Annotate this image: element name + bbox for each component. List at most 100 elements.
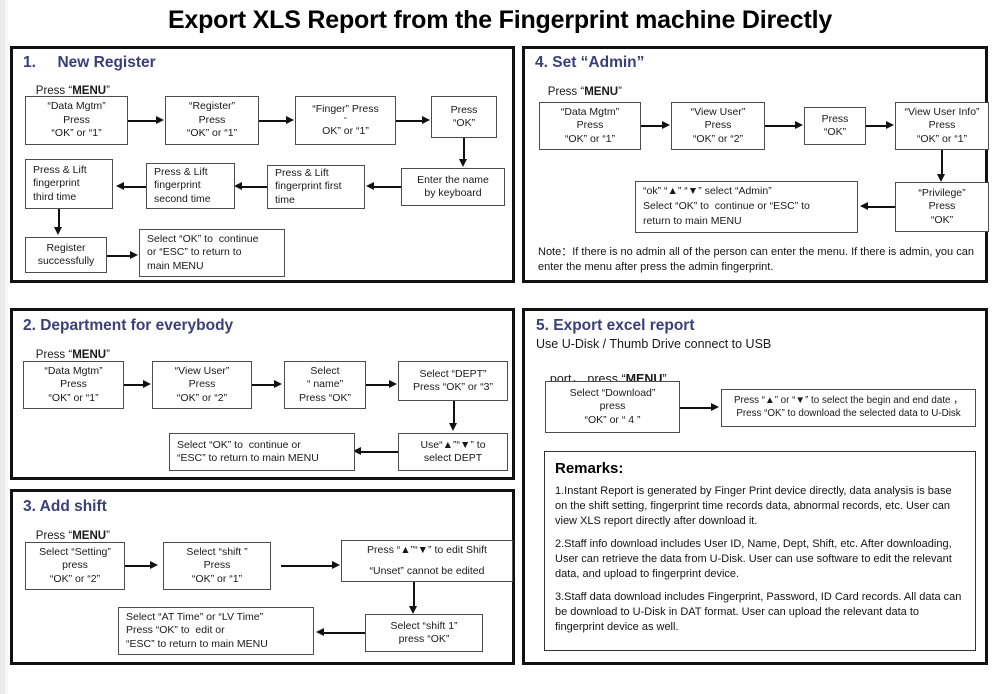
line: Select “OK” to continue or: [177, 438, 301, 451]
line: Select “DEPT”: [419, 367, 487, 380]
arrow-head-right-icon: [286, 116, 294, 124]
arrow-head-left-icon: [316, 628, 324, 636]
arrow-head-right-icon: [274, 380, 282, 388]
line: Select “shift 1”: [390, 619, 458, 632]
line: “OK” or “1”: [564, 132, 616, 145]
line: Press “OK” to edit or: [126, 624, 225, 637]
flow-box-fingerprint-second[interactable]: Press & Lift fingerprint second time: [146, 163, 235, 209]
line: Select “shift ”: [186, 545, 248, 558]
line: OK” or “1”: [322, 124, 369, 137]
flow-box-data-mgtm[interactable]: “Data Mgtm” Press “OK” or “1”: [23, 361, 124, 409]
flow-box-press-ok[interactable]: Press “OK”: [431, 96, 497, 138]
arrow-head-down-icon: [409, 606, 417, 614]
line: Press: [704, 119, 732, 132]
flow-box-fingerprint-first[interactable]: Press & Lift fingerprint first time: [267, 165, 365, 209]
flow-box-fingerprint-third[interactable]: Press & Lift fingerprint third time: [25, 159, 113, 209]
arrow-line: [765, 125, 796, 127]
line: “Data Mgtm”: [47, 100, 106, 113]
flow-box-view-user-info[interactable]: “View User Info” Press “OK” or “1”: [895, 102, 989, 150]
line: Press & Lift: [154, 165, 208, 178]
arrow-head-right-icon: [150, 561, 158, 569]
press-label: Press “: [35, 349, 73, 361]
line: Press “▲” or “▼” to select the begin and…: [733, 395, 964, 407]
line: fingerprint: [33, 177, 80, 190]
line: Press: [928, 200, 956, 213]
flow-box-data-mgtm[interactable]: “Data Mgtm” Press “OK” or “1”: [539, 102, 641, 150]
quote-close: ”: [106, 530, 110, 542]
line: “OK” or “2”: [692, 132, 744, 145]
arrow-line: [107, 255, 131, 257]
flow-box-select-shift[interactable]: Select “shift ” Press “OK” or “1”: [163, 542, 271, 590]
flow-box-edit-shift[interactable]: Press “▲”“▼” to edit Shift “Unset” canno…: [341, 540, 513, 582]
line: press: [62, 559, 88, 572]
flow-box-register-successfully[interactable]: Register successfully: [25, 237, 107, 273]
flow-box-continue-or-esc[interactable]: Select “OK” to continue or “ESC” to retu…: [169, 433, 355, 471]
flow-box-view-user[interactable]: “View User” Press “OK” or “2”: [671, 102, 765, 150]
page-title: Export XLS Report from the Fingerprint m…: [167, 6, 833, 34]
flow-box-select-name[interactable]: Select “ name” Press “OK”: [284, 361, 366, 409]
line: “ESC” to return to main MENU: [177, 452, 319, 464]
arrow-line: [641, 125, 663, 127]
line: “Finger” Press: [312, 103, 379, 116]
panel-department: 2. Department for everybody Press “MENU”…: [10, 308, 515, 480]
arrow-line: [680, 407, 712, 409]
line: Press “▲”“▼” to edit Shift: [367, 544, 487, 557]
line: Press: [203, 559, 231, 572]
arrow-line: [239, 186, 267, 188]
flow-box-select-shift-1[interactable]: Select “shift 1” press “OK”: [365, 614, 483, 652]
arrow-head-left-icon: [234, 182, 242, 190]
flow-box-press-ok[interactable]: Press “OK”: [804, 107, 866, 145]
line: fingerprint: [154, 179, 201, 192]
line: Press: [60, 378, 87, 391]
line: second time: [154, 192, 211, 205]
flow-box-use-arrows-select-dept[interactable]: Use“▲”“▼” to select DEPT: [398, 433, 508, 471]
line: “Data Mgtm”: [560, 105, 620, 118]
arrow-line: [366, 384, 390, 386]
menu-key-label: MENU: [584, 86, 619, 98]
line: Select “OK” to continue: [147, 232, 259, 245]
flow-box-data-mgtm[interactable]: “Data Mgtm” Press “OK” or “1”: [25, 96, 128, 145]
arrow-line: [453, 401, 455, 425]
arrow-head-right-icon: [662, 121, 670, 129]
line: “OK”: [823, 126, 847, 138]
arrow-head-down-icon: [54, 227, 62, 235]
press-label: Press “: [35, 530, 73, 542]
line: time: [275, 193, 295, 206]
line: “Unset” cannot be edited: [369, 564, 485, 577]
arrow-line: [321, 632, 365, 634]
flow-box-select-setting[interactable]: Select “Setting” press “OK” or “2”: [25, 542, 125, 590]
flow-box-select-dates[interactable]: Press “▲” or “▼” to select the begin and…: [721, 389, 976, 427]
arrow-line: [125, 565, 151, 567]
line: Press “OK”: [299, 391, 351, 404]
line: “OK” or “1”: [186, 127, 238, 140]
arrow-head-down-icon: [937, 174, 945, 182]
flow-box-select-download[interactable]: Select “Download” press “OK” or “ 4 ”: [545, 381, 680, 433]
line: “ name”: [306, 378, 344, 391]
flow-box-view-user[interactable]: “View User” Press “OK” or “2”: [152, 361, 252, 409]
section-heading-new-register: 1. New Register: [23, 54, 156, 71]
arrow-head-right-icon: [332, 561, 340, 569]
flow-box-privilege[interactable]: “Privilege” Press “OK”: [895, 182, 989, 232]
flow-box-select-dept[interactable]: Select “DEPT” Press “OK” or “3”: [398, 361, 508, 401]
line: “ok” “▲” “▼” select “Admin”: [643, 185, 772, 198]
page-left-edge-light: [5, 0, 8, 694]
arrow-head-right-icon: [711, 403, 719, 411]
arrow-line: [866, 125, 887, 127]
line: “OK” or “2”: [176, 391, 228, 404]
line: main MENU: [147, 259, 204, 272]
line: “View User Info”: [904, 105, 980, 118]
arrow-line: [865, 206, 895, 208]
flow-box-continue-or-esc[interactable]: Select “OK” to continue or “ESC” to retu…: [139, 229, 285, 277]
flow-box-at-lv-time[interactable]: Select “AT Time” or “LV Time” Press “OK”…: [118, 607, 314, 655]
arrow-line: [124, 384, 144, 386]
flow-box-finger[interactable]: “Finger” Press “ OK” or “1”: [295, 96, 396, 145]
line: return to main MENU: [643, 215, 742, 228]
flow-box-register[interactable]: “Register” Press “OK” or “1”: [165, 96, 259, 145]
line: Select “Setting”: [39, 545, 111, 558]
section-heading-department: 2. Department for everybody: [23, 317, 234, 334]
flow-box-enter-name[interactable]: Enter the name by keyboard: [401, 168, 505, 206]
flow-box-select-admin[interactable]: “ok” “▲” “▼” select “Admin” Select “OK” …: [635, 181, 858, 233]
line: successfully: [37, 255, 95, 267]
arrow-line: [121, 186, 146, 188]
line: Press: [821, 112, 849, 125]
